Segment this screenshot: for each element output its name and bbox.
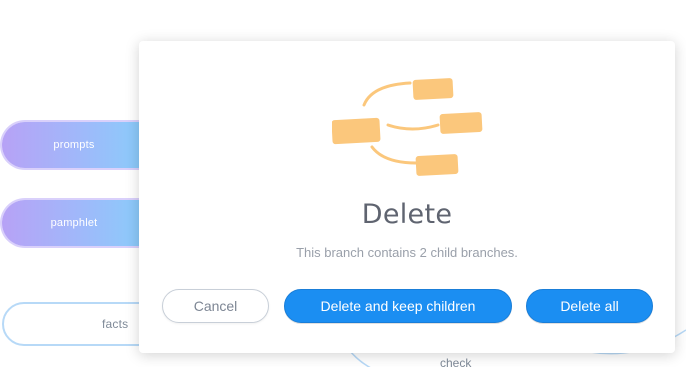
cancel-button[interactable]: Cancel [162,289,269,323]
mindmap-node-check[interactable]: check [440,356,471,367]
mindmap-canvas: prompts pamphlet facts check Delete This… [0,0,686,367]
node-label: facts [102,317,129,331]
mindmap-node-prompts[interactable]: prompts [2,122,162,168]
node-label: prompts [53,139,95,151]
delete-keep-children-button[interactable]: Delete and keep children [284,289,512,323]
branch-tree-icon [332,78,483,176]
node-label: pamphlet [50,217,98,229]
delete-dialog: Delete This branch contains 2 child bran… [139,41,675,353]
dialog-title: Delete [361,199,453,230]
dialog-message: This branch contains 2 child branches. [296,245,518,260]
mindmap-node-pamphlet[interactable]: pamphlet [2,200,162,246]
delete-all-button[interactable]: Delete all [526,289,653,323]
